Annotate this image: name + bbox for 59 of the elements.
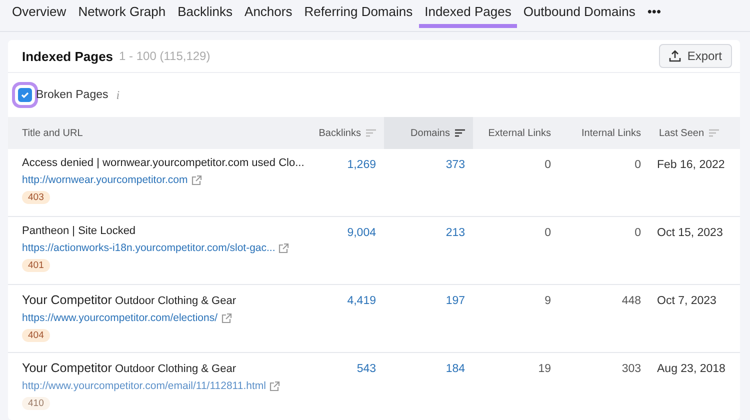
table-cell-text: 448 [620, 294, 642, 309]
external-link-icon [268, 380, 280, 392]
checkbox-label: Broken Pages [36, 89, 108, 101]
status-code-badge: 403 [22, 191, 50, 204]
date-cell-text: Oct 15, 2023 [656, 226, 724, 241]
nav-tab[interactable]: ••• [641, 0, 668, 28]
column-header: Internal Links [580, 126, 642, 140]
page-url-link[interactable]: https://www.yourcompetitor.com/elections/ [22, 312, 218, 324]
domains-count-link[interactable]: 373 [384, 149, 473, 216]
nav-tab[interactable]: Anchors [238, 0, 298, 28]
domains-count-link[interactable]: 184 [384, 353, 473, 420]
table-cell-text: 0 [634, 226, 642, 241]
column-header: External Links [487, 126, 552, 140]
nav-tab[interactable]: Overview [6, 0, 72, 28]
status-code-badge: 410 [22, 397, 50, 410]
page-url-link[interactable]: https://actionworks-i18n.yourcompetitor.com/slot-gac... [22, 242, 276, 254]
backlinks-count-link[interactable]: 543 [300, 353, 384, 420]
export-button[interactable]: Export [659, 44, 732, 68]
column-header[interactable]: Domains [384, 117, 473, 149]
backlinks-count-link[interactable]: 4,419 [300, 285, 384, 352]
nav-tab[interactable]: Indexed Pages [418, 0, 518, 28]
column-header: Title and URL [21, 126, 84, 140]
table-cell-text: 0 [634, 158, 642, 173]
sort-icon [366, 129, 376, 137]
external-link-icon [220, 312, 232, 324]
sort-icon [455, 129, 465, 137]
table-cell-text: 19 [537, 362, 552, 377]
page-url-link[interactable]: http://www.yourcompetitor.com/email/11/112811.html [22, 380, 266, 392]
panel-title: Indexed Pages [22, 48, 114, 64]
nav-tab[interactable]: Outbound Domains [517, 0, 642, 28]
check-icon [20, 90, 30, 100]
page-title: Access denied | wornwear.yourcompetitor.com used Clo... [22, 157, 304, 169]
nav-tab[interactable]: Referring Domains [298, 0, 419, 28]
date-cell-text: Feb 16, 2022 [656, 158, 726, 173]
info-icon: i [116, 88, 120, 102]
date-cell-text: Aug 23, 2018 [656, 362, 726, 377]
table-cell-text: 0 [544, 158, 552, 173]
column-header[interactable]: Last Seen [649, 117, 740, 149]
result-range: 1 - 100 (115,129) [119, 49, 210, 63]
domains-count-link[interactable]: 213 [384, 217, 473, 284]
upload-icon [669, 50, 682, 62]
external-link-icon [190, 174, 202, 186]
nav-tab[interactable]: Network Graph [72, 0, 172, 28]
column-header[interactable]: Backlinks [300, 117, 384, 149]
page-title: Your Competitor Outdoor Clothing & Gear [22, 361, 236, 375]
status-code-badge: 404 [22, 329, 50, 342]
nav-tab[interactable]: Backlinks [172, 0, 239, 28]
backlinks-count-link[interactable]: 9,004 [300, 217, 384, 284]
status-code-badge: 401 [22, 259, 50, 272]
table-cell-text: 9 [544, 294, 552, 309]
table-cell-text: 303 [620, 362, 642, 377]
sort-icon [709, 129, 720, 137]
page-url-link[interactable]: http://wornwear.yourcompetitor.com [22, 174, 188, 186]
page-title: Pantheon | Site Locked [22, 225, 136, 237]
domains-count-link[interactable]: 197 [384, 285, 473, 352]
page-title: Your Competitor Outdoor Clothing & Gear [22, 293, 236, 307]
table-cell-text: 0 [544, 226, 552, 241]
external-link-icon [278, 242, 290, 254]
date-cell-text: Oct 7, 2023 [656, 294, 718, 309]
